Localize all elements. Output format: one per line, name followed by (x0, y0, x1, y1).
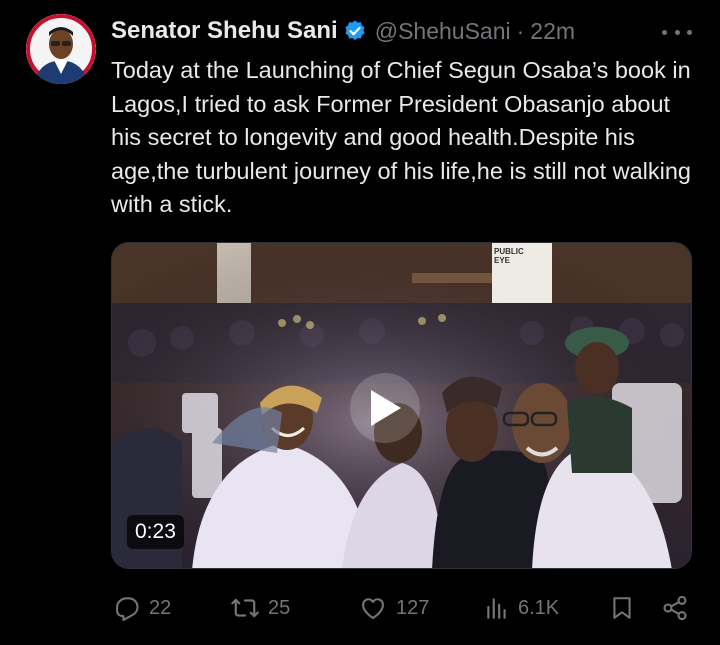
video-banner-text: PUBLIC EYE (494, 247, 524, 265)
bookmark-icon[interactable] (609, 590, 635, 626)
views-icon (484, 594, 510, 622)
verified-badge-icon (343, 19, 367, 43)
reply-count: 22 (149, 596, 172, 619)
tweet-header: Senator Shehu Sani @ShehuSani · 22m (111, 14, 575, 48)
repost-icon (230, 594, 260, 622)
play-icon[interactable] (350, 373, 420, 443)
video-duration: 0:23 (127, 515, 184, 549)
tweet-text: Today at the Launching of Chief Segun Os… (111, 57, 698, 217)
reply-button[interactable]: 22 (113, 590, 171, 626)
share-icon[interactable] (661, 590, 689, 626)
reply-icon (113, 594, 141, 622)
views-count: 6.1K (518, 596, 560, 619)
author-avatar[interactable] (26, 14, 96, 84)
views-button[interactable]: 6.1K (484, 590, 559, 626)
like-count: 127 (396, 596, 430, 619)
more-options-icon[interactable] (662, 22, 692, 42)
author-handle[interactable]: @ShehuSani (375, 18, 511, 45)
repost-count: 25 (268, 596, 291, 619)
like-icon (358, 594, 388, 622)
author-name[interactable]: Senator Shehu Sani (111, 17, 338, 45)
separator-dot: · (516, 17, 525, 44)
like-button[interactable]: 127 (358, 590, 429, 626)
repost-button[interactable]: 25 (230, 590, 290, 626)
tweet-card[interactable]: Senator Shehu Sani @ShehuSani · 22m Toda… (0, 0, 720, 645)
action-bar: 22 25 127 6.1K (0, 590, 720, 626)
tweet-timestamp[interactable]: 22m (530, 18, 575, 45)
